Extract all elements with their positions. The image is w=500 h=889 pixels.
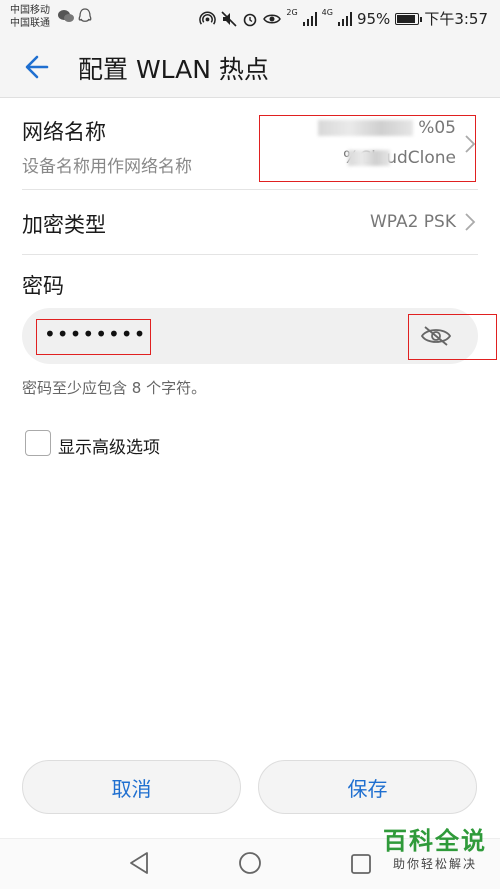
back-nav-icon[interactable] bbox=[128, 851, 150, 875]
network-type-2: 4G bbox=[321, 8, 333, 17]
chevron-right-icon bbox=[465, 213, 476, 231]
status-icons: 2G 4G 95% 下午3:57 bbox=[199, 8, 488, 29]
cancel-button-label: 取消 bbox=[111, 776, 152, 801]
qq-icon bbox=[78, 8, 92, 22]
watermark-logo: 百科全说 助你轻松解决 bbox=[376, 826, 494, 872]
carrier-labels: 中国移动 中国联通 bbox=[10, 4, 50, 30]
advanced-options-label[interactable]: 显示高级选项 bbox=[58, 433, 160, 458]
battery-percent: 95% bbox=[356, 9, 391, 28]
recents-nav-icon[interactable] bbox=[350, 853, 372, 875]
page-title: 配置 WLAN 热点 bbox=[78, 55, 269, 84]
network-type-1: 2G bbox=[286, 8, 298, 17]
battery-icon bbox=[395, 12, 423, 25]
home-nav-icon[interactable] bbox=[238, 851, 262, 875]
mute-icon bbox=[221, 10, 237, 27]
carrier-2: 中国联通 bbox=[10, 18, 50, 29]
carrier-1: 中国移动 bbox=[10, 5, 50, 16]
advanced-options-checkbox[interactable] bbox=[25, 430, 51, 456]
divider bbox=[22, 189, 478, 190]
watermark-title: 百科全说 bbox=[383, 827, 487, 855]
encryption-type-value: WPA2 PSK bbox=[369, 212, 456, 232]
notification-icons bbox=[58, 8, 92, 24]
back-arrow-icon[interactable] bbox=[20, 52, 56, 82]
save-button[interactable]: 保存 bbox=[258, 760, 477, 814]
alarm-icon bbox=[244, 13, 257, 26]
highlight-box bbox=[36, 319, 151, 355]
signal-icon-1 bbox=[302, 11, 317, 26]
cancel-button[interactable]: 取消 bbox=[22, 760, 241, 814]
app-bar: 配置 WLAN 热点 bbox=[0, 36, 500, 98]
clock: 下午3:57 bbox=[424, 10, 488, 28]
divider bbox=[22, 254, 478, 255]
password-hint: 密码至少应包含 8 个字符。 bbox=[22, 379, 207, 397]
watermark-slogan: 助你轻松解决 bbox=[392, 857, 477, 871]
highlight-box bbox=[259, 115, 476, 182]
status-bar: 中国移动 中国联通 2G 4G 95% 下午3:57 bbox=[0, 0, 500, 36]
wechat-icon bbox=[58, 10, 74, 22]
highlight-box bbox=[408, 314, 497, 360]
eye-comfort-icon bbox=[263, 14, 282, 23]
network-name-label: 网络名称 bbox=[22, 120, 106, 144]
save-button-label: 保存 bbox=[347, 776, 388, 801]
encryption-type-label: 加密类型 bbox=[22, 213, 106, 237]
password-label: 密码 bbox=[22, 274, 64, 298]
signal-icon-2 bbox=[337, 11, 352, 26]
network-name-subtitle: 设备名称用作网络名称 bbox=[22, 157, 192, 177]
hotspot-icon bbox=[199, 11, 217, 25]
